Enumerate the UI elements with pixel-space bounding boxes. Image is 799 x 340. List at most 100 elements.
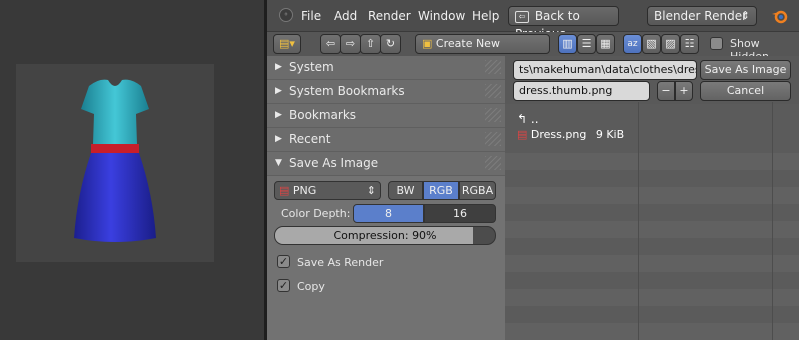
editor-type-icon[interactable]: ◦ [279, 8, 293, 22]
menu-help[interactable]: Help [472, 9, 499, 23]
compression-label: Compression: 90% [333, 229, 437, 242]
show-hidden-checkbox[interactable] [710, 37, 723, 50]
compression-slider[interactable]: Compression: 90% [274, 226, 496, 245]
color-mode-rgba-label: RGBA [461, 184, 494, 197]
drag-grip-icon[interactable] [485, 84, 501, 98]
file-size: 9 KiB [595, 128, 625, 141]
color-depth-16[interactable]: 16 [424, 204, 496, 223]
image-file-icon: ▤ [279, 184, 290, 197]
color-mode-rgba[interactable]: RGBA [459, 181, 496, 200]
sort-size-icon: ☷ [684, 37, 695, 50]
image-file-icon: ▤ [517, 128, 528, 141]
menu-render[interactable]: Render [368, 9, 411, 23]
thumbnails-icon: ▦ [600, 37, 611, 50]
drag-grip-icon[interactable] [485, 156, 501, 170]
folder-menu-icon: ▤▾ [279, 37, 295, 50]
select-arrows-icon: ⇕ [366, 184, 376, 197]
filename-field[interactable]: dress.thumb.png [513, 81, 650, 101]
arrow-up-icon: ⇧ [365, 37, 376, 50]
section-bookmarks[interactable]: ▶ Bookmarks [267, 104, 505, 128]
cancel-button[interactable]: Cancel [700, 81, 791, 101]
collapsed-arrow-icon: ▶ [275, 86, 282, 96]
file-browser: ◦ File Add Render Window Help ⇦ Back to … [267, 0, 799, 340]
save-as-render-checkbox[interactable]: ✓ [277, 255, 290, 268]
section-system-label: System [289, 60, 334, 74]
back-to-previous-button[interactable]: ⇦ Back to Previous [508, 6, 619, 41]
color-depth-label: Color Depth: [281, 207, 351, 220]
section-system-bookmarks[interactable]: ▶ System Bookmarks [267, 80, 505, 104]
file-name: Dress.png [530, 128, 587, 141]
color-mode-bw-label: BW [396, 184, 415, 197]
section-bookmarks-label: Bookmarks [289, 108, 357, 122]
section-system[interactable]: ▶ System [267, 56, 505, 80]
color-depth-8[interactable]: 8 [353, 204, 424, 223]
create-new-directory-button[interactable]: ▣ Create New Directory [415, 34, 550, 68]
section-recent[interactable]: ▶ Recent [267, 128, 505, 152]
parent-directory-label: .. [530, 112, 539, 126]
decrement-filename-button[interactable]: − [657, 81, 675, 101]
collapsed-arrow-icon: ▶ [275, 134, 282, 144]
parent-directory-entry[interactable]: ↰ .. [517, 112, 539, 126]
section-save-as-image-label: Save As Image [289, 156, 379, 170]
section-recent-label: Recent [289, 132, 331, 146]
color-mode-rgb[interactable]: RGB [423, 181, 459, 200]
menu-window[interactable]: Window [418, 9, 465, 23]
sort-alpha-icon: az [627, 39, 638, 49]
back-button[interactable]: ⇦ [320, 34, 341, 54]
display-mode-button[interactable]: ▤▾ [273, 34, 301, 54]
file-entry[interactable]: ▤ Dress.png 9 KiB [517, 128, 624, 141]
new-folder-icon: ▣ [422, 37, 433, 50]
sort-extension-icon: ▧ [646, 37, 657, 50]
file-format-select[interactable]: ▤ PNG ⇕ [274, 181, 381, 200]
collapsed-arrow-icon: ▶ [275, 110, 282, 120]
refresh-icon: ↻ [385, 37, 396, 50]
thumbnail-view-button[interactable]: ▦ [596, 34, 615, 54]
copy-checkbox[interactable]: ✓ [277, 279, 290, 292]
section-save-as-image[interactable]: ▼ Save As Image [267, 152, 505, 176]
minus-icon: − [661, 84, 671, 97]
sort-time-icon: ▨ [665, 37, 676, 50]
short-list-view-button[interactable]: ▥ [558, 34, 577, 54]
sort-time-button[interactable]: ▨ [661, 34, 680, 54]
file-list-area: ts\makehuman\data\clothes\dress\ Save As… [505, 56, 799, 340]
save-as-image-button[interactable]: Save As Image [700, 60, 791, 80]
drag-grip-icon[interactable] [485, 108, 501, 122]
render-engine-label: Blender Render [654, 9, 748, 23]
blender-logo-icon [772, 10, 788, 24]
color-mode-bw[interactable]: BW [388, 181, 423, 200]
save-as-render-label: Save As Render [297, 256, 384, 269]
drag-grip-icon[interactable] [485, 132, 501, 146]
render-engine-select[interactable]: Blender Render ⇕ [647, 6, 757, 26]
arrow-right-icon: ⇨ [345, 37, 356, 50]
checkmark-icon: ✓ [278, 279, 289, 292]
dress-image [74, 79, 156, 242]
side-panel: ▶ System ▶ System Bookmarks ▶ Bookmarks … [267, 56, 505, 340]
parent-up-icon: ↰ [517, 112, 528, 126]
arrow-left-icon: ⇦ [325, 37, 336, 50]
long-list-icon: ☰ [581, 37, 592, 50]
thumbnail-preview [16, 64, 214, 262]
long-list-view-button[interactable]: ☰ [577, 34, 596, 54]
directory-path-field[interactable]: ts\makehuman\data\clothes\dress\ [513, 60, 697, 80]
expanded-arrow-icon: ▼ [275, 158, 282, 168]
collapsed-arrow-icon: ▶ [275, 62, 282, 72]
menu-file[interactable]: File [301, 9, 321, 23]
refresh-button[interactable]: ↻ [380, 34, 401, 54]
back-icon: ⇦ [515, 10, 529, 23]
color-depth-16-label: 16 [453, 207, 467, 220]
drag-grip-icon[interactable] [485, 60, 501, 74]
file-toolbar: ▤▾ ⇦ ⇨ ⇧ ↻ ▣ Create New Directory ▥ ☰ ▦ … [267, 32, 799, 68]
select-arrows-icon: ⇕ [740, 9, 750, 22]
sort-size-button[interactable]: ☷ [680, 34, 699, 54]
forward-button[interactable]: ⇨ [340, 34, 361, 54]
short-list-icon: ▥ [562, 37, 573, 50]
color-mode-rgb-label: RGB [429, 184, 453, 197]
menu-add[interactable]: Add [334, 9, 357, 23]
increment-filename-button[interactable]: + [675, 81, 693, 101]
sort-alpha-button[interactable]: az [623, 34, 642, 54]
plus-icon: + [679, 84, 689, 97]
sort-ext-button[interactable]: ▧ [642, 34, 661, 54]
parent-directory-button[interactable]: ⇧ [360, 34, 381, 54]
image-preview-area [0, 0, 264, 340]
color-depth-8-label: 8 [385, 207, 392, 220]
